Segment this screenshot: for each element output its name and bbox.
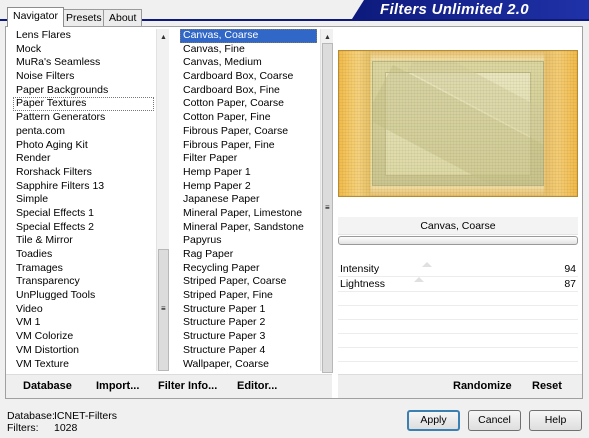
filter-list-item[interactable]: Canvas, Medium (180, 56, 317, 70)
category-list-item[interactable]: Rorshack Filters (13, 166, 154, 180)
category-list-item[interactable]: Sapphire Filters 13 (13, 180, 154, 194)
category-list-item[interactable]: Simple (13, 193, 154, 207)
category-list-item[interactable]: Toadies (13, 248, 154, 262)
filter-list-item[interactable]: Hemp Paper 2 (180, 180, 317, 194)
param-intensity[interactable]: Intensity 94 (338, 262, 578, 276)
filter-list-item[interactable]: Canvas, Coarse (180, 29, 317, 43)
scrollbar-thumb[interactable]: ≡ (322, 43, 333, 373)
cancel-button[interactable]: Cancel (468, 410, 521, 431)
scrollbar-thumb[interactable]: ≡ (158, 249, 169, 371)
category-list-item[interactable]: Tramages (13, 262, 154, 276)
category-list-item[interactable]: VM Colorize (13, 330, 154, 344)
tab-navigator[interactable]: Navigator (7, 7, 64, 27)
editor-button[interactable]: Editor... (237, 378, 277, 394)
progress-bar (338, 236, 578, 245)
category-list-item[interactable]: Tile & Mirror (13, 234, 154, 248)
filter-list-item[interactable]: Japanese Paper (180, 193, 317, 207)
divider (338, 305, 578, 306)
filter-list-item[interactable]: Structure Paper 2 (180, 316, 317, 330)
filter-list-item[interactable]: Structure Paper 1 (180, 303, 317, 317)
filters-key: Filters: (7, 422, 39, 434)
filters-count: 1028 (54, 422, 78, 434)
help-button[interactable]: Help (529, 410, 582, 431)
tab-about[interactable]: About (103, 9, 143, 26)
database-value: ICNET-Filters (54, 410, 117, 422)
category-list-item[interactable]: UnPlugged Tools (13, 289, 154, 303)
grip-icon: ≡ (161, 304, 166, 313)
database-button[interactable]: Database (23, 378, 72, 394)
category-list-item[interactable]: Video (13, 303, 154, 317)
category-list-item[interactable]: Photo Aging Kit (13, 139, 154, 153)
category-list-item[interactable]: penta.com (13, 125, 154, 139)
filter-list-item[interactable]: Wallpaper, Coarse (180, 358, 317, 370)
filter-list-item[interactable]: Cardboard Box, Coarse (180, 70, 317, 84)
divider (338, 347, 578, 348)
database-key: Database: (7, 410, 55, 422)
category-list-item[interactable]: Paper Textures (13, 97, 154, 112)
param-label: Lightness (340, 278, 385, 290)
filter-list-item[interactable]: Filter Paper (180, 152, 317, 166)
param-value: 87 (564, 278, 576, 290)
slider-marker-icon[interactable] (414, 277, 424, 282)
filter-list-item[interactable]: Structure Paper 3 (180, 330, 317, 344)
filter-list-item[interactable]: Canvas, Fine (180, 43, 317, 57)
filter-list[interactable]: Canvas, Coarse Canvas, Fine Canvas, Medium… (180, 29, 317, 369)
param-lightness[interactable]: Lightness 87 (338, 277, 578, 291)
filter-scrollbar[interactable]: ▲ ≡ (320, 29, 333, 373)
filter-list-item[interactable]: Striped Paper, Coarse (180, 275, 317, 289)
category-list-item[interactable]: Pattern Generators (13, 111, 154, 125)
category-list-item[interactable]: Special Effects 1 (13, 207, 154, 221)
divider (338, 361, 578, 362)
category-scrollbar[interactable]: ▲ ≡ (156, 29, 169, 371)
filter-list-item[interactable]: Recycling Paper (180, 262, 317, 276)
category-list-item[interactable]: Mock (13, 43, 154, 57)
param-label: Intensity (340, 263, 380, 275)
apply-button[interactable]: Apply (407, 410, 460, 431)
filter-list-item[interactable]: Cotton Paper, Fine (180, 111, 317, 125)
divider (338, 333, 578, 334)
category-list-item[interactable]: Noise Filters (13, 70, 154, 84)
filter-list-item[interactable]: Papyrus (180, 234, 317, 248)
category-list[interactable]: Lens Flares Mock MuRa's Seamless Noise Filt… (13, 29, 154, 369)
filter-list-item[interactable]: Mineral Paper, Limestone (180, 207, 317, 221)
category-list-item[interactable]: Render (13, 152, 154, 166)
category-list-item[interactable]: Transparency (13, 275, 154, 289)
filter-list-item[interactable]: Rag Paper (180, 248, 317, 262)
filter-info-button[interactable]: Filter Info... (158, 378, 217, 394)
category-list-item[interactable]: VM Texture (13, 358, 154, 370)
selected-filter-name: Canvas, Coarse (338, 217, 578, 235)
category-list-item[interactable]: MuRa's Seamless (13, 56, 154, 70)
category-list-item[interactable]: Lens Flares (13, 29, 154, 43)
filter-list-item[interactable]: Hemp Paper 1 (180, 166, 317, 180)
randomize-button[interactable]: Randomize (453, 378, 512, 394)
scroll-up-arrow-icon[interactable]: ▲ (157, 31, 170, 44)
divider (338, 291, 578, 292)
filter-list-item[interactable]: Cardboard Box, Fine (180, 84, 317, 98)
divider (338, 319, 578, 320)
filter-list-item[interactable]: Structure Paper 4 (180, 344, 317, 358)
filter-list-item[interactable]: Striped Paper, Fine (180, 289, 317, 303)
category-list-item[interactable]: VM Distortion (13, 344, 154, 358)
filter-list-item[interactable]: Fibrous Paper, Fine (180, 139, 317, 153)
category-list-item[interactable]: Paper Backgrounds (13, 84, 154, 98)
import-button[interactable]: Import... (96, 378, 139, 394)
category-list-item[interactable]: Special Effects 2 (13, 221, 154, 235)
canvas-texture (339, 51, 577, 196)
filter-list-item[interactable]: Mineral Paper, Sandstone (180, 221, 317, 235)
param-value: 94 (564, 263, 576, 275)
tab-presets[interactable]: Presets (60, 9, 108, 26)
app-title: Filters Unlimited 2.0 (380, 1, 529, 18)
preview-image (338, 50, 578, 197)
slider-marker-icon[interactable] (422, 262, 432, 267)
category-list-item[interactable]: VM 1 (13, 316, 154, 330)
filter-list-item[interactable]: Fibrous Paper, Coarse (180, 125, 317, 139)
filter-list-item[interactable]: Cotton Paper, Coarse (180, 97, 317, 111)
reset-button[interactable]: Reset (532, 378, 562, 394)
grip-icon: ≡ (325, 203, 330, 212)
